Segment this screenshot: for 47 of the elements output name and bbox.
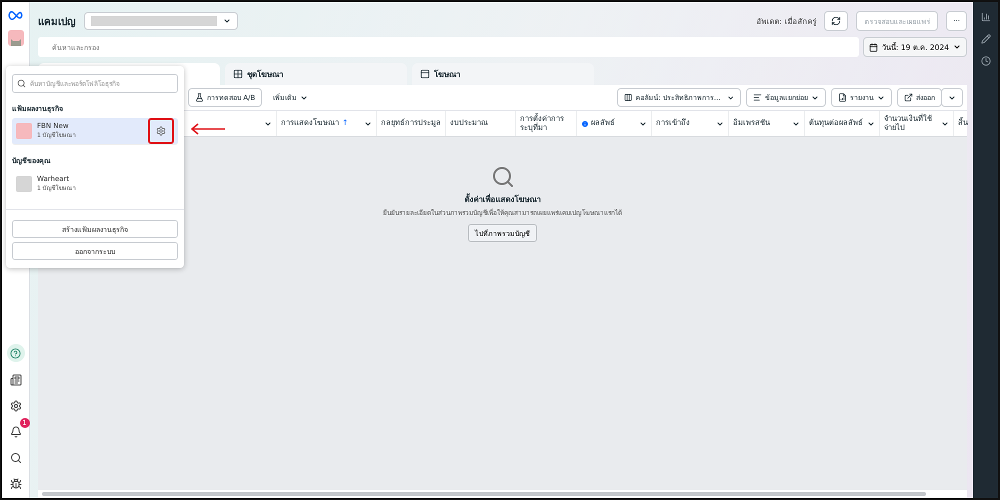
info-icon [581, 120, 589, 128]
pointer-arrow [190, 123, 226, 135]
caret-icon [941, 120, 949, 128]
bug-icon[interactable] [8, 476, 24, 492]
caret-icon [364, 120, 372, 128]
pencil-icon[interactable] [980, 34, 990, 44]
account-thumbnail [16, 123, 32, 139]
caret-icon [716, 120, 724, 128]
refresh-icon [831, 16, 842, 26]
caret-icon [264, 120, 272, 128]
report-icon [838, 93, 847, 102]
account-avatar[interactable] [8, 30, 24, 46]
bell-icon[interactable] [10, 426, 22, 438]
caret-icon [948, 94, 956, 102]
search-icon [490, 165, 514, 189]
settings-button[interactable] [148, 118, 174, 144]
caret-icon [726, 94, 734, 102]
flask-icon [195, 93, 204, 102]
caret-icon [223, 17, 231, 25]
gear-icon [156, 126, 166, 136]
avatar-icon [10, 36, 22, 46]
account-thumbnail [16, 176, 32, 192]
caret-icon [792, 120, 800, 128]
search-icon [17, 79, 26, 88]
external-link-icon [904, 93, 913, 102]
calendar-icon [868, 42, 878, 52]
caret-icon [953, 43, 961, 51]
columns-icon [624, 93, 632, 102]
ad-icon [420, 69, 430, 79]
caret-icon [300, 94, 308, 102]
caret-icon [877, 94, 885, 102]
clock-icon[interactable] [980, 56, 990, 66]
empty-title: ตั้งค่าเพื่อแสดงโฆษณา [464, 193, 540, 206]
caret-icon [811, 94, 819, 102]
refresh-button[interactable] [824, 11, 848, 31]
tab[interactable]: โฆษณา [412, 63, 594, 85]
lines-icon [753, 93, 762, 102]
caret-icon [867, 120, 875, 128]
grid-icon [233, 69, 243, 79]
caret-icon [639, 120, 647, 128]
news-icon[interactable] [8, 372, 24, 388]
logo-icon [8, 10, 24, 20]
tab[interactable]: ชุดโฆษณา [225, 63, 407, 85]
scrollbar[interactable] [42, 492, 926, 496]
chart-icon[interactable] [980, 12, 990, 22]
page-title: แคมเปญ [38, 16, 76, 28]
help-icon[interactable] [6, 344, 24, 362]
